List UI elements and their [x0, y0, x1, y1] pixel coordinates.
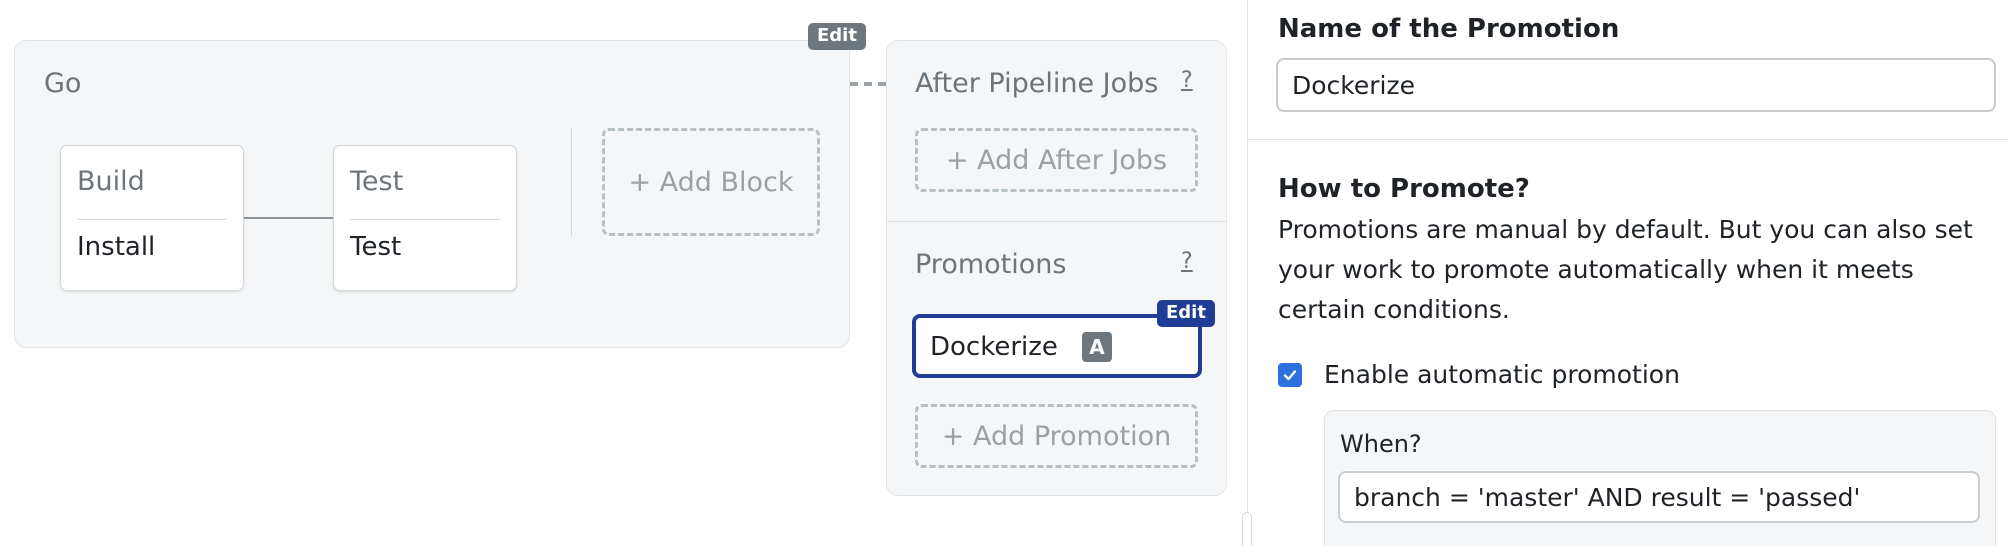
promotions-help-icon[interactable]: ?: [1181, 249, 1193, 274]
promotion-name-input[interactable]: Dockerize: [1276, 58, 1996, 112]
auto-promotion-badge: A: [1082, 332, 1112, 362]
job-name: Install: [77, 232, 156, 262]
add-block-button[interactable]: + Add Block: [602, 128, 820, 236]
block-name: Test: [350, 166, 404, 197]
enable-auto-promotion-checkbox[interactable]: [1278, 363, 1302, 387]
promotion-name-label: Name of the Promotion: [1278, 14, 1620, 44]
edit-pipeline-button[interactable]: Edit: [808, 23, 866, 50]
how-to-promote-description: Promotions are manual by default. But yo…: [1278, 215, 1973, 324]
block-title: Go: [44, 68, 82, 99]
divider: [350, 219, 500, 220]
enable-auto-promotion-label[interactable]: Enable automatic promotion: [1324, 360, 1680, 389]
dependency-connector: [244, 217, 334, 219]
promotions-heading: Promotions: [915, 249, 1067, 280]
section-divider: [887, 221, 1226, 222]
add-after-jobs-button[interactable]: + Add After Jobs: [915, 128, 1198, 192]
panel-divider: [1247, 0, 1248, 546]
pipeline-link-dashes: [850, 82, 886, 86]
when-label: When?: [1340, 430, 1422, 458]
promotion-name: Dockerize: [930, 332, 1058, 362]
divider: [77, 219, 227, 220]
when-condition-input[interactable]: branch = 'master' AND result = 'passed': [1338, 471, 1980, 523]
add-promotion-button[interactable]: + Add Promotion: [915, 404, 1198, 468]
after-pipeline-heading: After Pipeline Jobs: [915, 68, 1159, 99]
job-card-test[interactable]: Test Test: [333, 145, 517, 291]
job-card-build[interactable]: Build Install: [60, 145, 244, 291]
edit-promotion-button[interactable]: Edit: [1157, 300, 1215, 327]
block-name: Build: [77, 166, 145, 197]
panel-resize-handle[interactable]: [1242, 512, 1252, 546]
checkmark-icon: [1283, 370, 1297, 381]
how-to-promote-heading: How to Promote?: [1278, 174, 1530, 204]
form-divider: [1248, 139, 2008, 140]
block-divider: [571, 128, 572, 236]
after-pipeline-help-icon[interactable]: ?: [1181, 68, 1193, 93]
job-name: Test: [350, 232, 402, 262]
